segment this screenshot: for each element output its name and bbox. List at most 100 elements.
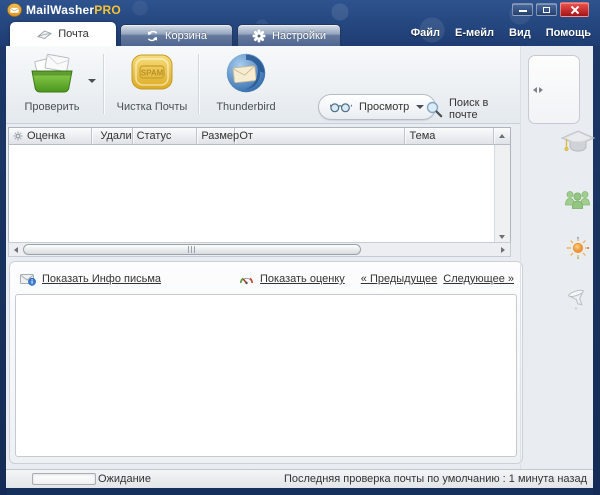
mail-list[interactable]: [8, 145, 511, 242]
mail-list-header: Оценка Удали Статус Размер От Тема: [8, 127, 511, 145]
preview-label: Просмотр: [359, 101, 409, 113]
next-mail-link[interactable]: Следующее »: [443, 273, 514, 285]
tab-settings-label: Настройки: [272, 30, 326, 42]
scroll-down-icon[interactable]: [499, 235, 505, 239]
preview-links-row: Показать Инфо письма Показать оценку « П…: [20, 270, 514, 288]
collapse-arrows-icon: [533, 87, 543, 93]
column-label-size: Размер: [201, 130, 239, 142]
menu-help[interactable]: Помощь: [546, 27, 591, 39]
column-header-subject[interactable]: Тема: [405, 128, 494, 144]
maximize-icon: [543, 7, 550, 13]
column-header-score[interactable]: Оценка: [9, 128, 92, 144]
scroll-up-button[interactable]: [494, 128, 510, 144]
funnel-icon[interactable]: [566, 288, 590, 310]
column-label-delete: Удали: [100, 130, 131, 142]
scroll-left-icon: [14, 247, 18, 253]
status-bar: Ожидание Последняя проверка почты по умо…: [6, 469, 593, 488]
check-mail-icon: [29, 52, 75, 94]
search-mail-label: Поиск в почте: [449, 97, 520, 121]
check-mail-button[interactable]: Проверить: [8, 52, 96, 113]
check-mail-dropdown-icon[interactable]: [88, 79, 96, 83]
column-header-from[interactable]: От: [235, 128, 405, 144]
preview-button[interactable]: Просмотр: [318, 94, 436, 120]
close-button[interactable]: [560, 2, 589, 17]
progress-bar: [32, 473, 96, 485]
title-bar[interactable]: MailWasherPRO: [0, 0, 600, 20]
app-title: MailWasherPRO: [26, 3, 121, 17]
tab-settings[interactable]: Настройки: [237, 24, 341, 46]
scroll-up-icon: [499, 134, 505, 138]
close-icon: [570, 6, 579, 14]
vertical-scrollbar[interactable]: [494, 145, 510, 242]
recycle-icon: [146, 30, 159, 42]
score-gauge-icon: [239, 273, 254, 286]
app-title-main: MailWasher: [26, 3, 94, 17]
check-mail-label: Проверить: [8, 101, 96, 113]
maximize-button[interactable]: [536, 3, 557, 16]
spam-icon: SPAM: [129, 52, 175, 94]
delete-column-icon: [96, 131, 97, 142]
thunderbird-label: Thunderbird: [202, 101, 290, 113]
menu-bar: Файл Е-мейл Вид Помощь: [411, 27, 591, 39]
menu-view[interactable]: Вид: [509, 27, 531, 39]
arrow-right-icon: [539, 87, 543, 93]
horizontal-scrollbar-thumb[interactable]: [23, 244, 361, 255]
search-mail-button[interactable]: Поиск в почте: [426, 97, 520, 121]
preview-dropdown-icon: [416, 105, 424, 109]
show-mail-info-link[interactable]: Показать Инфо письма: [42, 273, 161, 285]
column-header-size[interactable]: Размер: [197, 128, 235, 144]
minimize-icon: [519, 10, 527, 12]
arrow-left-icon: [533, 87, 537, 93]
menu-file[interactable]: Файл: [411, 27, 440, 39]
tab-mail-label: Почта: [58, 28, 89, 40]
column-header-delete[interactable]: Удали: [92, 128, 133, 144]
previous-mail-link[interactable]: « Предыдущее: [361, 273, 437, 285]
mail-info-icon: [20, 273, 36, 286]
panel-collapse-handle[interactable]: [528, 55, 580, 124]
learning-graduation-cap-icon[interactable]: [560, 128, 596, 156]
last-check-text: Последняя проверка почты по умолчанию : …: [284, 473, 587, 485]
friends-icon[interactable]: [564, 186, 591, 210]
preview-pane: Показать Инфо письма Показать оценку « П…: [9, 261, 523, 464]
horizontal-scrollbar[interactable]: [8, 242, 511, 257]
content-area: Проверить SPAM Чистка Почты: [6, 46, 593, 469]
column-label-score: Оценка: [27, 130, 65, 142]
scroll-right-button[interactable]: [496, 243, 510, 256]
column-label-subject: Тема: [409, 130, 435, 142]
side-panel: [520, 46, 593, 469]
spam-badge-text: SPAM: [141, 69, 164, 78]
app-logo-mail-icon: [7, 3, 22, 17]
clean-mail-button[interactable]: SPAM Чистка Почты: [108, 52, 196, 113]
menu-email[interactable]: Е-мейл: [455, 27, 494, 39]
app-title-suffix: PRO: [94, 3, 121, 17]
toolbar-separator: [198, 54, 199, 114]
toolbar: Проверить SPAM Чистка Почты: [6, 46, 520, 124]
tab-recycle-bin[interactable]: Корзина: [120, 24, 233, 46]
thunderbird-icon: [223, 52, 269, 94]
thunderbird-button[interactable]: Thunderbird: [202, 52, 290, 113]
show-score-link[interactable]: Показать оценку: [260, 273, 345, 285]
scroll-left-button[interactable]: [9, 243, 23, 256]
preview-content[interactable]: [15, 294, 517, 457]
tab-recycle-label: Корзина: [165, 30, 207, 42]
scrollbar-grip-icon: [188, 246, 196, 253]
sun-icon[interactable]: [566, 236, 590, 260]
column-header-status[interactable]: Статус: [133, 128, 198, 144]
app-window: MailWasherPRO Почта Корзина: [0, 0, 600, 495]
minimize-button[interactable]: [512, 3, 533, 16]
mail-tab-envelope-icon: [37, 29, 52, 40]
column-label-from: От: [239, 130, 253, 142]
preview-nav-group: Показать оценку « Предыдущее Следующее »: [239, 273, 514, 286]
glasses-icon: [330, 102, 352, 113]
tab-mail[interactable]: Почта: [10, 22, 116, 46]
search-icon: [426, 101, 443, 118]
clean-mail-label: Чистка Почты: [108, 101, 196, 113]
window-border-right: [593, 46, 600, 495]
scroll-right-icon: [501, 247, 505, 253]
column-label-status: Статус: [137, 130, 172, 142]
score-column-icon: [13, 131, 23, 141]
gear-icon: [252, 29, 266, 43]
toolbar-separator: [103, 54, 104, 114]
status-state-text: Ожидание: [98, 473, 151, 485]
show-info-group: Показать Инфо письма: [20, 273, 161, 286]
